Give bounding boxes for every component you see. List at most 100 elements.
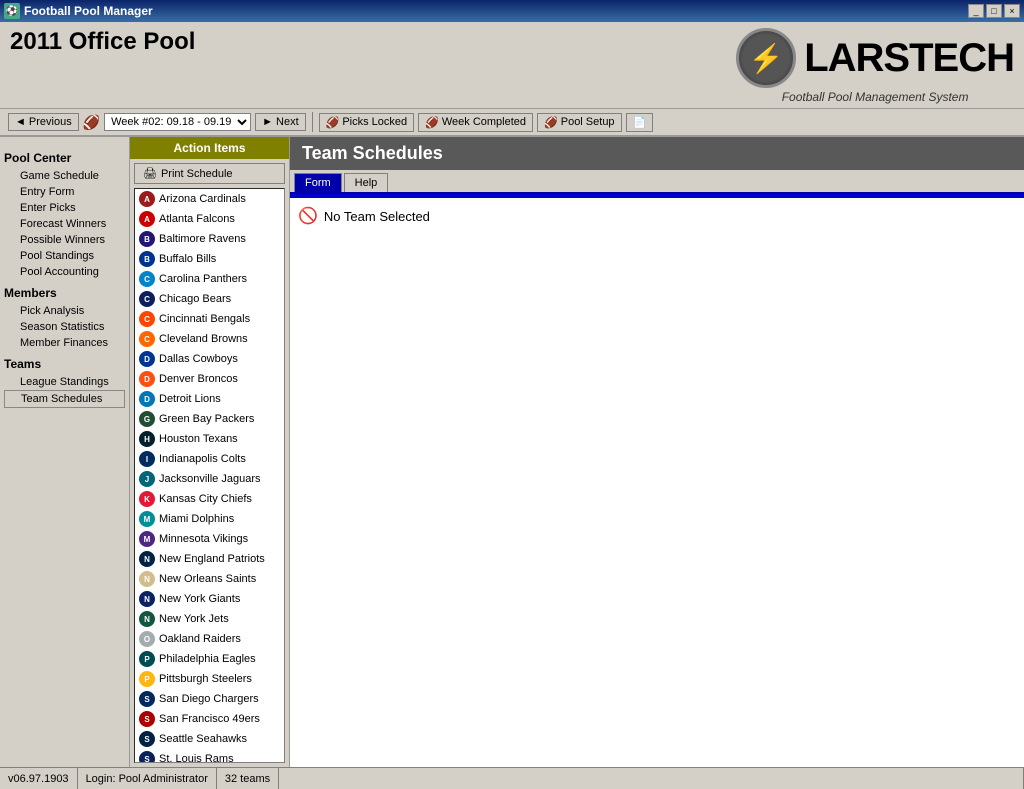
team-list-item[interactable]: JJacksonville Jaguars — [135, 469, 284, 489]
team-list-item[interactable]: N New York Giants — [135, 589, 284, 609]
team-icon: N — [139, 591, 155, 607]
app-title: 2011 Office Pool — [10, 28, 195, 56]
picks-locked-button[interactable]: 🏈 Picks Locked — [319, 113, 415, 132]
team-icon: H — [139, 431, 155, 447]
logo-text: LARSTECH — [804, 36, 1014, 81]
team-name: San Francisco 49ers — [159, 713, 260, 725]
team-list-item[interactable]: SSt. Louis Rams — [135, 749, 284, 763]
team-list-item[interactable]: CChicago Bears — [135, 289, 284, 309]
login-status: Login: Pool Administrator — [78, 768, 217, 789]
team-name: Oakland Raiders — [159, 633, 241, 645]
toolbar-icon-week: 🏈 — [83, 114, 100, 131]
team-name: Baltimore Ravens — [159, 233, 246, 245]
team-list-item[interactable]: AAtlanta Falcons — [135, 209, 284, 229]
team-list-item[interactable]: OOakland Raiders — [135, 629, 284, 649]
teams-list[interactable]: AArizona CardinalsAAtlanta FalconsBBalti… — [134, 188, 285, 763]
team-icon: G — [139, 411, 155, 427]
team-list-item[interactable]: NNew York Jets — [135, 609, 284, 629]
team-list-item[interactable]: IIndianapolis Colts — [135, 449, 284, 469]
team-name: New York Jets — [159, 613, 229, 625]
maximize-button[interactable]: □ — [986, 4, 1002, 18]
team-list-item[interactable]: SSeattle Seahawks — [135, 729, 284, 749]
team-list-item[interactable]: S San Francisco 49ers — [135, 709, 284, 729]
team-icon: C — [139, 271, 155, 287]
team-icon: P — [139, 671, 155, 687]
team-list-item[interactable]: MMiami Dolphins — [135, 509, 284, 529]
team-list-item[interactable]: DDenver Broncos — [135, 369, 284, 389]
team-list-item[interactable]: NNew Orleans Saints — [135, 569, 284, 589]
close-button[interactable]: × — [1004, 4, 1020, 18]
team-icon: A — [139, 211, 155, 227]
team-name: New York Giants — [159, 593, 240, 605]
lock-icon: 🏈 — [326, 116, 340, 129]
pool-setup-button[interactable]: 🏈 Pool Setup — [537, 113, 622, 132]
team-list-item[interactable]: KKansas City Chiefs — [135, 489, 284, 509]
team-list-item[interactable]: CCarolina Panthers — [135, 269, 284, 289]
title-bar-text: Football Pool Manager — [24, 4, 153, 18]
next-button[interactable]: ► Next — [255, 113, 306, 131]
sidebar-item-pool-accounting[interactable]: Pool Accounting — [4, 264, 125, 280]
title-bar-left: ⚽ Football Pool Manager — [4, 3, 153, 19]
team-list-item[interactable]: PPhiladelphia Eagles — [135, 649, 284, 669]
sidebar: Pool Center Game Schedule Entry Form Ent… — [0, 137, 130, 767]
team-name: Cleveland Browns — [159, 333, 248, 345]
toolbar: ◄ Previous 🏈 Week #02: 09.18 - 09.19 ► N… — [0, 109, 1024, 137]
sidebar-item-pool-standings[interactable]: Pool Standings — [4, 248, 125, 264]
team-list-item[interactable]: NNew England Patriots — [135, 549, 284, 569]
title-bar: ⚽ Football Pool Manager _ □ × — [0, 0, 1024, 22]
left-arrow-icon: ◄ — [15, 116, 26, 128]
sidebar-item-enter-picks[interactable]: Enter Picks — [4, 200, 125, 216]
sidebar-item-pick-analysis[interactable]: Pick Analysis — [4, 303, 125, 319]
team-list-item[interactable]: CCincinnati Bengals — [135, 309, 284, 329]
logo-area: ⚡ LARSTECH Football Pool Management Syst… — [736, 28, 1014, 104]
team-list-item[interactable]: GGreen Bay Packers — [135, 409, 284, 429]
tab-help[interactable]: Help — [344, 173, 389, 192]
title-bar-controls[interactable]: _ □ × — [968, 4, 1020, 18]
sidebar-item-team-schedules[interactable]: Team Schedules — [4, 390, 125, 408]
action-items-header: Action Items — [130, 137, 289, 159]
minimize-button[interactable]: _ — [968, 4, 984, 18]
team-list-item[interactable]: DDetroit Lions — [135, 389, 284, 409]
sidebar-item-forecast-winners[interactable]: Forecast Winners — [4, 216, 125, 232]
team-list-item[interactable]: CCleveland Browns — [135, 329, 284, 349]
team-list-item[interactable]: PPittsburgh Steelers — [135, 669, 284, 689]
team-list-item[interactable]: DDallas Cowboys — [135, 349, 284, 369]
team-name: San Diego Chargers — [159, 693, 259, 705]
main-panel-tabs: Form Help — [290, 170, 1024, 194]
lightning-icon: ⚡ — [749, 42, 784, 75]
app-icon: ⚽ — [4, 3, 20, 19]
team-name: Chicago Bears — [159, 293, 231, 305]
sidebar-item-member-finances[interactable]: Member Finances — [4, 335, 125, 351]
sidebar-item-entry-form[interactable]: Entry Form — [4, 184, 125, 200]
previous-button[interactable]: ◄ Previous — [8, 113, 79, 131]
team-name: Minnesota Vikings — [159, 533, 248, 545]
week-selector[interactable]: Week #02: 09.18 - 09.19 — [104, 113, 251, 131]
team-icon: M — [139, 511, 155, 527]
right-arrow-icon: ► — [262, 116, 273, 128]
tab-form[interactable]: Form — [294, 173, 342, 192]
pool-center-section: Pool Center — [4, 151, 125, 165]
team-list-item[interactable]: BBuffalo Bills — [135, 249, 284, 269]
print-schedule-button[interactable]: 🖨 Print Schedule — [134, 163, 285, 184]
main-content: Pool Center Game Schedule Entry Form Ent… — [0, 137, 1024, 767]
sidebar-item-game-schedule[interactable]: Game Schedule — [4, 168, 125, 184]
teams-panel: Action Items 🖨 Print Schedule AArizona C… — [130, 137, 290, 767]
logo-subtitle: Football Pool Management System — [782, 90, 969, 104]
team-list-item[interactable]: MMinnesota Vikings — [135, 529, 284, 549]
team-list-item[interactable]: H Houston Texans — [135, 429, 284, 449]
sidebar-item-league-standings[interactable]: League Standings — [4, 374, 125, 390]
check-icon: 🏈 — [425, 116, 439, 129]
sidebar-item-possible-winners[interactable]: Possible Winners — [4, 232, 125, 248]
main-panel-content: 🚫 No Team Selected — [290, 198, 1024, 767]
team-icon: S — [139, 711, 155, 727]
team-list-item[interactable]: AArizona Cardinals — [135, 189, 284, 209]
team-list-item[interactable]: SSan Diego Chargers — [135, 689, 284, 709]
week-completed-button[interactable]: 🏈 Week Completed — [418, 113, 533, 132]
team-name: Buffalo Bills — [159, 253, 216, 265]
extra-button[interactable]: 📄 — [626, 113, 654, 132]
sidebar-item-season-statistics[interactable]: Season Statistics — [4, 319, 125, 335]
printer-icon: 🖨 — [143, 167, 157, 180]
team-name: Houston Texans — [159, 433, 238, 445]
team-name: Kansas City Chiefs — [159, 493, 252, 505]
team-list-item[interactable]: BBaltimore Ravens — [135, 229, 284, 249]
